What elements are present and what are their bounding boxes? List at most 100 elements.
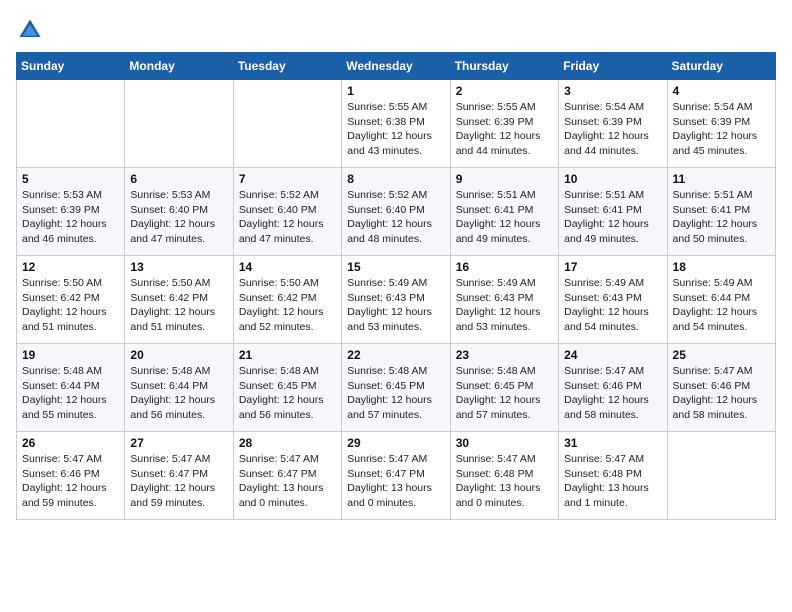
calendar-cell: 15Sunrise: 5:49 AMSunset: 6:43 PMDayligh…: [342, 256, 450, 344]
calendar-cell: [233, 80, 341, 168]
calendar-cell: 1 Sunrise: 5:55 AMSunset: 6:38 PMDaylight…: [342, 80, 450, 168]
day-info: Sunrise: 5:53 AMSunset: 6:39 PMDaylight:…: [22, 188, 119, 247]
day-info: Sunrise: 5:49 AMSunset: 6:44 PMDaylight:…: [673, 276, 770, 335]
day-info: Sunrise: 5:50 AMSunset: 6:42 PMDaylight:…: [22, 276, 119, 335]
calendar-header-row: SundayMondayTuesdayWednesdayThursdayFrid…: [17, 53, 776, 80]
day-number: 1: [347, 84, 444, 98]
day-info: Sunrise: 5:55 AMSunset: 6:39 PMDaylight:…: [456, 100, 553, 159]
calendar-cell: 4 Sunrise: 5:54 AMSunset: 6:39 PMDaylight…: [667, 80, 775, 168]
day-info: Sunrise: 5:48 AMSunset: 6:45 PMDaylight:…: [347, 364, 444, 423]
calendar-cell: 8Sunrise: 5:52 AMSunset: 6:40 PMDaylight…: [342, 168, 450, 256]
day-number: 7: [239, 172, 336, 186]
day-number: 11: [673, 172, 770, 186]
day-info: Sunrise: 5:47 AMSunset: 6:47 PMDaylight:…: [347, 452, 444, 511]
day-number: 21: [239, 348, 336, 362]
day-number: 2: [456, 84, 553, 98]
day-number: 9: [456, 172, 553, 186]
day-info: Sunrise: 5:54 AMSunset: 6:39 PMDaylight:…: [673, 100, 770, 159]
day-info: Sunrise: 5:49 AMSunset: 6:43 PMDaylight:…: [456, 276, 553, 335]
calendar-week-row: 5 Sunrise: 5:53 AMSunset: 6:39 PMDaylight…: [17, 168, 776, 256]
day-info: Sunrise: 5:51 AMSunset: 6:41 PMDaylight:…: [456, 188, 553, 247]
day-number: 24: [564, 348, 661, 362]
calendar-cell: 19 Sunrise: 5:48 AMSunset: 6:44 PMDayligh…: [17, 344, 125, 432]
calendar-cell: 12 Sunrise: 5:50 AMSunset: 6:42 PMDayligh…: [17, 256, 125, 344]
weekday-header-monday: Monday: [125, 53, 233, 80]
day-info: Sunrise: 5:51 AMSunset: 6:41 PMDaylight:…: [564, 188, 661, 247]
day-info: Sunrise: 5:47 AMSunset: 6:46 PMDaylight:…: [564, 364, 661, 423]
day-number: 27: [130, 436, 227, 450]
day-number: 25: [673, 348, 770, 362]
logo: [16, 16, 48, 44]
calendar-cell: 26Sunrise: 5:47 AMSunset: 6:46 PMDayligh…: [17, 432, 125, 520]
day-info: Sunrise: 5:47 AMSunset: 6:47 PMDaylight:…: [130, 452, 227, 511]
weekday-header-thursday: Thursday: [450, 53, 558, 80]
calendar-cell: 25 Sunrise: 5:47 AMSunset: 6:46 PMDayligh…: [667, 344, 775, 432]
weekday-header-saturday: Saturday: [667, 53, 775, 80]
page-header: [16, 16, 776, 44]
calendar-cell: 30 Sunrise: 5:47 AMSunset: 6:48 PMDayligh…: [450, 432, 558, 520]
calendar-cell: [667, 432, 775, 520]
day-number: 5: [22, 172, 119, 186]
calendar-cell: 13 Sunrise: 5:50 AMSunset: 6:42 PMDayligh…: [125, 256, 233, 344]
weekday-header-wednesday: Wednesday: [342, 53, 450, 80]
calendar-cell: 14 Sunrise: 5:50 AMSunset: 6:42 PMDayligh…: [233, 256, 341, 344]
day-number: 6: [130, 172, 227, 186]
day-info: Sunrise: 5:52 AMSunset: 6:40 PMDaylight:…: [347, 188, 444, 247]
day-info: Sunrise: 5:50 AMSunset: 6:42 PMDaylight:…: [239, 276, 336, 335]
day-number: 12: [22, 260, 119, 274]
day-info: Sunrise: 5:48 AMSunset: 6:45 PMDaylight:…: [239, 364, 336, 423]
calendar-week-row: 19 Sunrise: 5:48 AMSunset: 6:44 PMDayligh…: [17, 344, 776, 432]
day-info: Sunrise: 5:48 AMSunset: 6:44 PMDaylight:…: [130, 364, 227, 423]
day-info: Sunrise: 5:47 AMSunset: 6:48 PMDaylight:…: [564, 452, 661, 511]
day-number: 19: [22, 348, 119, 362]
weekday-header-sunday: Sunday: [17, 53, 125, 80]
calendar-table: SundayMondayTuesdayWednesdayThursdayFrid…: [16, 52, 776, 520]
day-info: Sunrise: 5:47 AMSunset: 6:47 PMDaylight:…: [239, 452, 336, 511]
day-number: 10: [564, 172, 661, 186]
calendar-week-row: 1 Sunrise: 5:55 AMSunset: 6:38 PMDaylight…: [17, 80, 776, 168]
day-info: Sunrise: 5:48 AMSunset: 6:44 PMDaylight:…: [22, 364, 119, 423]
calendar-cell: 23 Sunrise: 5:48 AMSunset: 6:45 PMDayligh…: [450, 344, 558, 432]
calendar-cell: 31Sunrise: 5:47 AMSunset: 6:48 PMDayligh…: [559, 432, 667, 520]
calendar-cell: 21 Sunrise: 5:48 AMSunset: 6:45 PMDayligh…: [233, 344, 341, 432]
calendar-cell: 11 Sunrise: 5:51 AMSunset: 6:41 PMDayligh…: [667, 168, 775, 256]
day-info: Sunrise: 5:47 AMSunset: 6:48 PMDaylight:…: [456, 452, 553, 511]
calendar-cell: 2 Sunrise: 5:55 AMSunset: 6:39 PMDaylight…: [450, 80, 558, 168]
day-info: Sunrise: 5:50 AMSunset: 6:42 PMDaylight:…: [130, 276, 227, 335]
calendar-cell: 17 Sunrise: 5:49 AMSunset: 6:43 PMDayligh…: [559, 256, 667, 344]
day-number: 23: [456, 348, 553, 362]
day-number: 28: [239, 436, 336, 450]
calendar-cell: 5 Sunrise: 5:53 AMSunset: 6:39 PMDaylight…: [17, 168, 125, 256]
day-info: Sunrise: 5:47 AMSunset: 6:46 PMDaylight:…: [22, 452, 119, 511]
calendar-cell: 7 Sunrise: 5:52 AMSunset: 6:40 PMDaylight…: [233, 168, 341, 256]
calendar-cell: 29Sunrise: 5:47 AMSunset: 6:47 PMDayligh…: [342, 432, 450, 520]
day-info: Sunrise: 5:51 AMSunset: 6:41 PMDaylight:…: [673, 188, 770, 247]
calendar-cell: 20 Sunrise: 5:48 AMSunset: 6:44 PMDayligh…: [125, 344, 233, 432]
calendar-cell: 9 Sunrise: 5:51 AMSunset: 6:41 PMDaylight…: [450, 168, 558, 256]
day-number: 20: [130, 348, 227, 362]
calendar-cell: 28 Sunrise: 5:47 AMSunset: 6:47 PMDayligh…: [233, 432, 341, 520]
day-info: Sunrise: 5:48 AMSunset: 6:45 PMDaylight:…: [456, 364, 553, 423]
calendar-cell: 22 Sunrise: 5:48 AMSunset: 6:45 PMDayligh…: [342, 344, 450, 432]
calendar-week-row: 12 Sunrise: 5:50 AMSunset: 6:42 PMDayligh…: [17, 256, 776, 344]
calendar-cell: 27 Sunrise: 5:47 AMSunset: 6:47 PMDayligh…: [125, 432, 233, 520]
logo-icon: [16, 16, 44, 44]
day-info: Sunrise: 5:47 AMSunset: 6:46 PMDaylight:…: [673, 364, 770, 423]
day-number: 30: [456, 436, 553, 450]
day-number: 3: [564, 84, 661, 98]
day-number: 4: [673, 84, 770, 98]
calendar-week-row: 26Sunrise: 5:47 AMSunset: 6:46 PMDayligh…: [17, 432, 776, 520]
calendar-cell: 10 Sunrise: 5:51 AMSunset: 6:41 PMDayligh…: [559, 168, 667, 256]
day-number: 14: [239, 260, 336, 274]
day-info: Sunrise: 5:49 AMSunset: 6:43 PMDaylight:…: [564, 276, 661, 335]
day-info: Sunrise: 5:52 AMSunset: 6:40 PMDaylight:…: [239, 188, 336, 247]
day-number: 18: [673, 260, 770, 274]
weekday-header-tuesday: Tuesday: [233, 53, 341, 80]
calendar-cell: 16Sunrise: 5:49 AMSunset: 6:43 PMDayligh…: [450, 256, 558, 344]
day-number: 17: [564, 260, 661, 274]
day-number: 13: [130, 260, 227, 274]
day-number: 22: [347, 348, 444, 362]
weekday-header-friday: Friday: [559, 53, 667, 80]
day-info: Sunrise: 5:55 AMSunset: 6:38 PMDaylight:…: [347, 100, 444, 159]
day-number: 15: [347, 260, 444, 274]
